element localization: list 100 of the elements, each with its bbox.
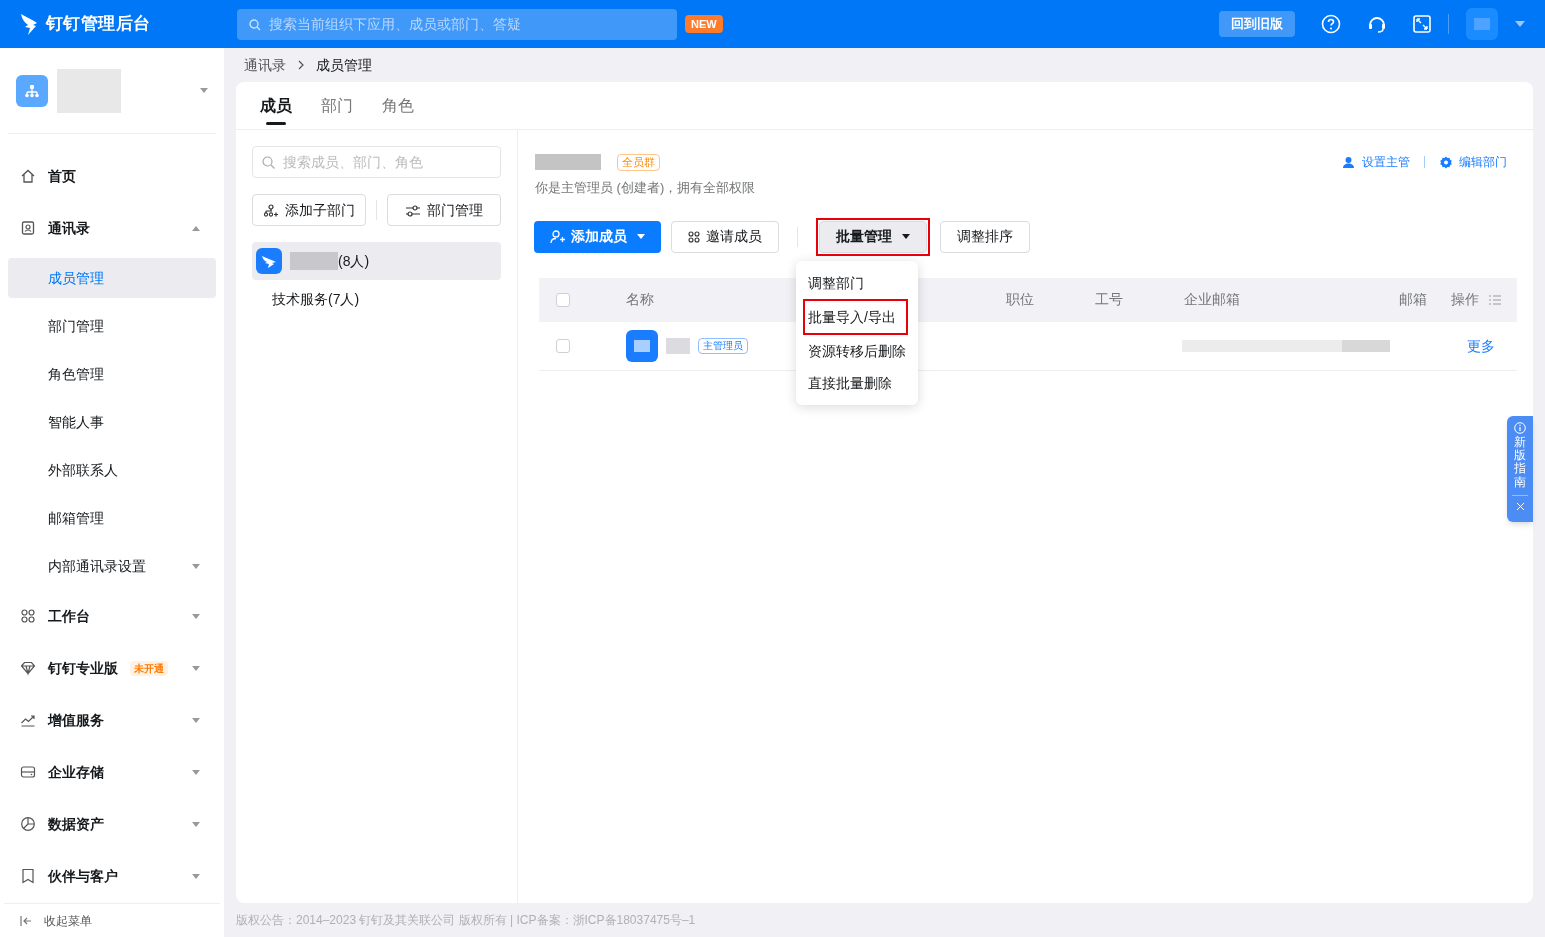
department-name: (8人): [338, 251, 370, 271]
guide-label: 新版指南: [1514, 436, 1526, 489]
submenu-item[interactable]: 角色管理: [8, 354, 216, 394]
column-header: 名称: [626, 290, 654, 309]
search-icon: [249, 18, 261, 31]
menu-label: 首页: [48, 166, 76, 186]
collapse-icon: [20, 914, 32, 927]
sliders-icon: [405, 203, 421, 217]
menu-item[interactable]: 通讯录: [8, 202, 216, 254]
bookmark-icon: [20, 868, 36, 884]
menu-label: 通讯录: [48, 218, 90, 238]
redacted-block: [535, 154, 601, 170]
menu-item[interactable]: 资源转移后删除: [796, 335, 918, 367]
diamond-icon: [20, 660, 36, 676]
tab[interactable]: 部门: [321, 82, 353, 129]
list-settings-icon: [1489, 294, 1501, 305]
menu-item[interactable]: 批量导入/导出: [805, 301, 906, 333]
redacted-block: [634, 339, 650, 352]
trend-chart-icon: [20, 712, 36, 728]
menu-label: 工作台: [48, 606, 90, 626]
caret-down-icon: [1515, 21, 1525, 27]
menu-item[interactable]: 增值服务: [8, 694, 216, 746]
add-member-button[interactable]: 添加成员: [534, 220, 661, 253]
batch-manage-button[interactable]: 批量管理: [819, 220, 927, 253]
person-icon: [1342, 155, 1356, 169]
menu-item[interactable]: 工作台: [8, 590, 216, 642]
menu-label: 企业存储: [48, 762, 104, 782]
column-header: 企业邮箱: [1184, 290, 1240, 309]
search-icon: [262, 156, 275, 169]
menu-item[interactable]: 伙伴与客户: [8, 850, 216, 902]
breadcrumb-item: 成员管理: [316, 55, 372, 75]
column-header: 操作: [1451, 290, 1479, 309]
more-link[interactable]: 更多: [1467, 337, 1495, 354]
department-tree-item[interactable]: 技术服务(7人): [252, 280, 501, 318]
menu-label: 伙伴与客户: [48, 866, 118, 886]
pie-chart-icon: [20, 816, 36, 832]
menu-label: 增值服务: [48, 710, 104, 730]
header-link[interactable]: 设置主管: [1342, 153, 1410, 171]
checkbox[interactable]: [556, 292, 570, 307]
submenu-item[interactable]: 外部联系人: [8, 450, 216, 490]
contact-card-icon: [20, 220, 36, 236]
home-icon: [20, 168, 36, 184]
add-department-icon: [263, 203, 279, 217]
menu-item[interactable]: 调整部门: [796, 267, 918, 299]
menu-label: 数据资产: [48, 814, 104, 834]
new-badge: NEW: [685, 14, 723, 34]
permission-description: 你是主管理员 (创建者)，拥有全部权限: [535, 179, 757, 197]
sort-button[interactable]: 调整排序: [940, 220, 1030, 253]
wing-icon: [261, 254, 277, 268]
department-tree-item[interactable]: (8人): [252, 242, 501, 280]
submenu-item[interactable]: 部门管理: [8, 306, 216, 346]
logo-icon: [20, 13, 38, 35]
app-title: 钉钉管理后台: [46, 13, 151, 36]
invite-button[interactable]: 邀请成员: [671, 220, 779, 253]
search-field[interactable]: 搜索成员、部门、角色: [252, 146, 501, 178]
caret-down-icon: [637, 234, 645, 239]
breadcrumb-item[interactable]: 通讯录: [244, 54, 286, 76]
add-person-icon: [550, 229, 565, 244]
submenu-item[interactable]: 智能人事: [8, 402, 216, 442]
column-header: 职位: [1006, 290, 1034, 309]
collapse-menu-button[interactable]: 收起菜单: [4, 903, 220, 937]
avatar[interactable]: [1466, 8, 1498, 40]
submenu-item[interactable]: 内部通讯录设置: [8, 546, 216, 586]
menu-item[interactable]: 数据资产: [8, 798, 216, 850]
grid-icon: [688, 230, 700, 243]
caret-down-icon: [200, 88, 208, 93]
department-button[interactable]: 部门管理: [387, 194, 501, 226]
redacted-block: [290, 252, 338, 270]
column-header: 邮箱: [1399, 290, 1427, 309]
tab[interactable]: 角色: [382, 82, 414, 129]
tab[interactable]: 成员: [260, 82, 292, 129]
chevron-right-icon: [298, 60, 304, 70]
submenu-item[interactable]: 邮箱管理: [8, 498, 216, 538]
submenu-item[interactable]: 成员管理: [8, 258, 216, 298]
headset-icon: [1367, 14, 1387, 34]
department-button[interactable]: 添加子部门: [252, 194, 366, 226]
column-header: 工号: [1095, 290, 1123, 309]
menu-item[interactable]: 企业存储: [8, 746, 216, 798]
menu-label: 钉钉专业版: [48, 658, 118, 678]
redacted-block: [1474, 18, 1490, 30]
redacted-block: [666, 337, 690, 354]
caret-down-icon: [902, 234, 910, 239]
org-chart-icon: [24, 83, 40, 98]
help-icon: [1321, 14, 1341, 34]
copyright-footer: 版权公告：2014–2023 钉钉及其关联公司 版权所有 | ICP备案：浙ICP备18037475号–1: [236, 903, 1533, 937]
group-tag: 全员群: [617, 153, 660, 171]
menu-item[interactable]: 钉钉专业版 未开通: [8, 642, 216, 694]
storage-icon: [20, 764, 36, 780]
close-icon: [1515, 501, 1525, 511]
grid-icon: [20, 608, 36, 624]
gear-icon: [1439, 155, 1453, 169]
checkbox[interactable]: [556, 338, 570, 353]
info-icon: [1514, 422, 1526, 434]
menu-item[interactable]: 首页: [8, 150, 216, 202]
menu-item[interactable]: 直接批量删除: [796, 367, 918, 399]
expand-icon: [1413, 15, 1431, 33]
header-link[interactable]: 编辑部门: [1439, 153, 1507, 171]
role-tag: 主管理员: [698, 337, 748, 354]
status-badge: 未开通: [130, 660, 168, 676]
department-name: 技术服务(7人): [272, 289, 360, 309]
